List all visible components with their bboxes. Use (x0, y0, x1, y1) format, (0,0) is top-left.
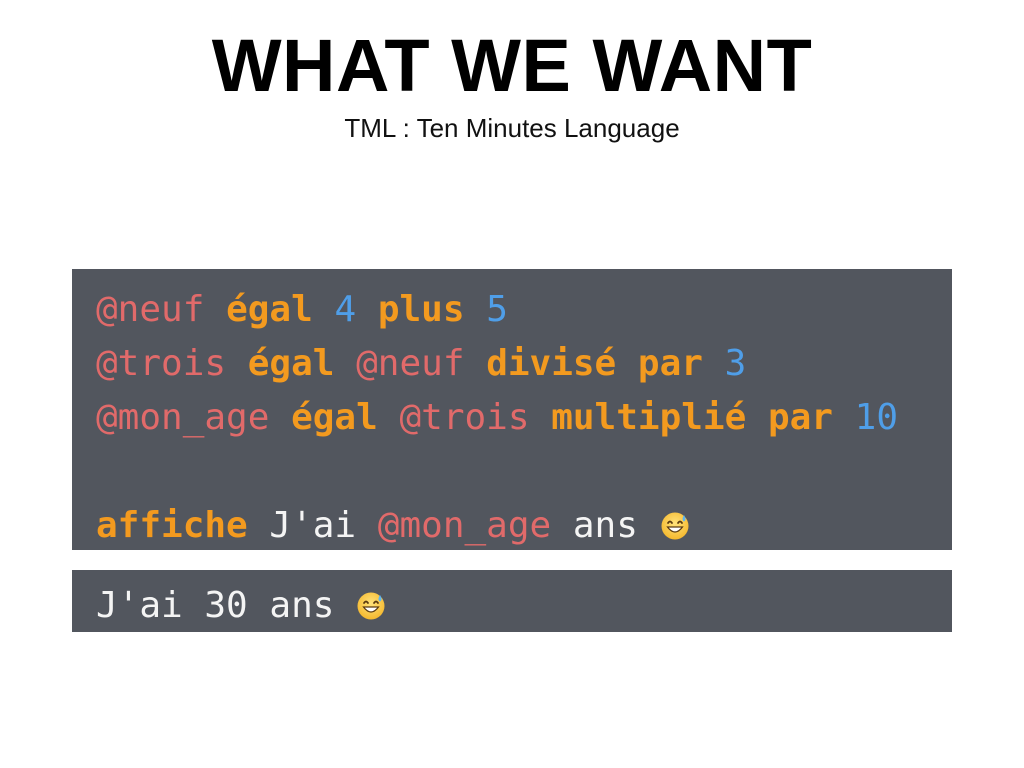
grinning-sweat-emoji-icon (356, 583, 386, 620)
code-variable: @trois (399, 397, 530, 438)
code-keyword: égal (291, 397, 378, 438)
output-text: J'ai 30 ans (96, 585, 335, 626)
output-line: J'ai 30 ans (96, 579, 952, 633)
code-text: ans (572, 505, 638, 546)
code-block: @neuf égal 4 plus 5 @trois égal @neuf di… (72, 269, 952, 550)
code-variable: @trois (96, 343, 227, 384)
slide: WHAT WE WANT TML : Ten Minutes Language … (0, 0, 1024, 768)
slide-subtitle: TML : Ten Minutes Language (344, 113, 680, 143)
code-keyword: égal (226, 289, 313, 330)
code-keyword: divisé par (486, 343, 703, 384)
code-keyword: égal (247, 343, 335, 384)
code-line-3: @mon_age égal @trois multiplié par 10 (96, 391, 952, 445)
slide-title: WHAT WE WANT (211, 24, 813, 107)
code-keyword: plus (377, 289, 465, 330)
code-variable: @mon_age (377, 505, 552, 546)
code-number: 5 (486, 289, 508, 330)
code-number: 4 (334, 289, 357, 330)
code-number: 3 (724, 343, 747, 384)
code-line-1: @neuf égal 4 plus 5 (96, 283, 952, 337)
code-number: 10 (854, 397, 899, 438)
code-line-2: @trois égal @neuf divisé par 3 (96, 337, 952, 391)
output-block: J'ai 30 ans (72, 570, 952, 632)
code-variable: @mon_age (96, 397, 270, 438)
grinning-sweat-emoji-icon (660, 503, 690, 540)
code-variable: @neuf (96, 289, 205, 330)
code-variable: @neuf (356, 343, 465, 384)
code-keyword: multiplié par (551, 397, 833, 438)
code-keyword: affiche (96, 505, 248, 546)
code-line-5: affiche J'ai @mon_age ans (96, 499, 952, 553)
code-text: J'ai (269, 505, 357, 546)
